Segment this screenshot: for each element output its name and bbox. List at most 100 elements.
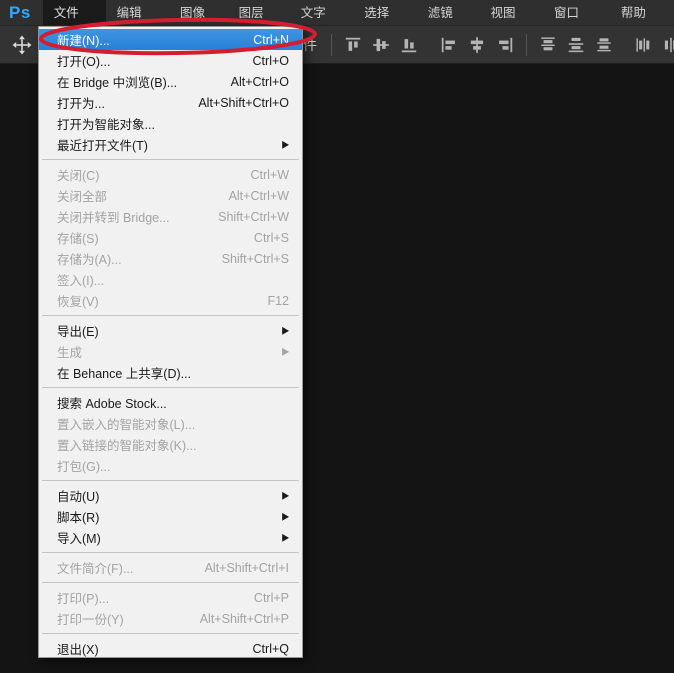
menu-item: 文件简介(F)... Alt+Shift+Ctrl+I: [39, 557, 302, 578]
menu-item-label: 搜索 Adobe Stock...: [57, 393, 167, 412]
menu-item-shortcut: Alt+Shift+Ctrl+P: [200, 612, 289, 626]
menu-item-label: 最近打开文件(T): [57, 135, 148, 154]
align-h-center-icon[interactable]: [466, 34, 488, 56]
menubar-item[interactable]: 图层(L): [228, 0, 290, 25]
menubar-item[interactable]: 滤镜(T): [417, 0, 480, 25]
menu-item-label: 导出(E): [57, 321, 99, 340]
menu-item[interactable]: 在 Behance 上共享(D)...: [39, 362, 302, 383]
menu-item-label: 打开(O)...: [57, 51, 110, 70]
menu-separator: [42, 387, 299, 388]
menu-bar: Ps 文件(F)编辑(E)图像(I)图层(L)文字(Y)选择(S)滤镜(T)视图…: [0, 0, 674, 26]
menu-item-shortcut: Ctrl+P: [254, 591, 289, 605]
menu-item-shortcut: Ctrl+W: [250, 168, 289, 182]
menu-item[interactable]: 最近打开文件(T) ▶: [39, 134, 302, 155]
menu-separator: [42, 159, 299, 160]
menu-item: 关闭(C) Ctrl+W: [39, 164, 302, 185]
menu-item-shortcut: F12: [267, 294, 289, 308]
menu-separator: [42, 633, 299, 634]
menu-item-label: 关闭全部: [57, 186, 107, 205]
menu-item-label: 打包(G)...: [57, 456, 110, 475]
submenu-arrow-icon: ▶: [282, 490, 289, 500]
submenu-arrow-icon: ▶: [282, 139, 289, 149]
menu-item: 打印一份(Y) Alt+Shift+Ctrl+P: [39, 608, 302, 629]
menu-item-label: 文件简介(F)...: [57, 558, 133, 577]
menu-item-label: 置入嵌入的智能对象(L)...: [57, 414, 195, 433]
menu-item[interactable]: 自动(U)▶: [39, 485, 302, 506]
distribute-bottom-icon[interactable]: [593, 34, 615, 56]
menu-item-label: 置入链接的智能对象(K)...: [57, 435, 197, 454]
menu-item[interactable]: 导出(E) ▶: [39, 320, 302, 341]
menu-item-shortcut: Ctrl+S: [254, 231, 289, 245]
menu-item[interactable]: 打开为智能对象...: [39, 113, 302, 134]
menu-item-label: 打开为智能对象...: [57, 114, 155, 133]
menu-item-shortcut: Ctrl+O: [253, 54, 289, 68]
submenu-arrow-icon: ▶: [282, 511, 289, 521]
menu-item: 恢复(V) F12: [39, 290, 302, 311]
menu-item-label: 存储(S): [57, 228, 99, 247]
menu-item[interactable]: 脚本(R) ▶: [39, 506, 302, 527]
submenu-arrow-icon: ▶: [282, 346, 289, 356]
align-top-icon[interactable]: [342, 34, 364, 56]
menu-item: 存储为(A)... Shift+Ctrl+S: [39, 248, 302, 269]
menu-item: 打印(P)... Ctrl+P: [39, 587, 302, 608]
distribute-v-center-icon[interactable]: [565, 34, 587, 56]
menu-item[interactable]: 导入(M)▶: [39, 527, 302, 548]
menu-item[interactable]: 搜索 Adobe Stock...: [39, 392, 302, 413]
menu-item-label: 关闭(C): [57, 165, 99, 184]
menu-item-label: 打开为...: [57, 93, 105, 112]
menu-item[interactable]: 在 Bridge 中浏览(B)...Alt+Ctrl+O: [39, 71, 302, 92]
menubar-item[interactable]: 窗口(W): [543, 0, 610, 25]
menu-item: 存储(S) Ctrl+S: [39, 227, 302, 248]
alignment-icons-row: [324, 26, 674, 64]
menu-item: 关闭全部 Alt+Ctrl+W: [39, 185, 302, 206]
menu-item-label: 恢复(V): [57, 291, 99, 310]
align-bottom-icon[interactable]: [398, 34, 420, 56]
move-tool-icon[interactable]: [4, 28, 40, 62]
menu-item-label: 退出(X): [57, 639, 99, 658]
menubar-item[interactable]: 选择(S): [353, 0, 416, 25]
menu-item: 置入链接的智能对象(K)...: [39, 434, 302, 455]
menu-item-label: 新建(N)...: [57, 30, 110, 49]
menu-item-label: 打印一份(Y): [57, 609, 124, 628]
submenu-arrow-icon: ▶: [282, 325, 289, 335]
options-separator: [331, 34, 332, 56]
menu-item-label: 签入(I)...: [57, 270, 104, 289]
menu-item: 关闭并转到 Bridge...Shift+Ctrl+W: [39, 206, 302, 227]
menu-item-shortcut: Shift+Ctrl+S: [222, 252, 289, 266]
distribute-h-center-icon[interactable]: [661, 34, 674, 56]
menu-separator: [42, 480, 299, 481]
menu-item[interactable]: 退出(X)Ctrl+Q: [39, 638, 302, 659]
menu-item[interactable]: 打开(O)... Ctrl+O: [39, 50, 302, 71]
menu-item-label: 导入(M): [57, 528, 101, 547]
menubar-item[interactable]: 文件(F): [43, 0, 106, 25]
menubar-item[interactable]: 文字(Y): [290, 0, 353, 25]
menu-item[interactable]: 打开为...Alt+Shift+Ctrl+O: [39, 92, 302, 113]
menu-item[interactable]: 新建(N)...Ctrl+N: [39, 29, 302, 50]
menu-item-shortcut: Alt+Ctrl+W: [229, 189, 289, 203]
menubar-item[interactable]: 视图(V): [479, 0, 542, 25]
menubar-item[interactable]: 帮助(H): [610, 0, 674, 25]
align-right-icon[interactable]: [494, 34, 516, 56]
align-v-center-icon[interactable]: [370, 34, 392, 56]
photoshop-logo: Ps: [0, 0, 37, 25]
menu-item: 签入(I)...: [39, 269, 302, 290]
menu-separator: [42, 582, 299, 583]
distribute-left-icon[interactable]: [633, 34, 655, 56]
options-partial-label: 件: [303, 35, 317, 55]
distribute-top-icon[interactable]: [537, 34, 559, 56]
align-left-icon[interactable]: [438, 34, 460, 56]
menu-item-label: 脚本(R): [57, 507, 99, 526]
menu-item-label: 存储为(A)...: [57, 249, 122, 268]
menu-item: 生成 ▶: [39, 341, 302, 362]
menu-item: 置入嵌入的智能对象(L)...: [39, 413, 302, 434]
menu-item-label: 在 Behance 上共享(D)...: [57, 363, 191, 382]
menubar-item[interactable]: 编辑(E): [106, 0, 169, 25]
menu-item-label: 生成: [57, 342, 82, 361]
menu-item-shortcut: Alt+Ctrl+O: [231, 75, 289, 89]
menu-item-label: 关闭并转到 Bridge...: [57, 207, 170, 226]
menu-item-label: 打印(P)...: [57, 588, 109, 607]
menubar-item[interactable]: 图像(I): [169, 0, 228, 25]
menu-item-shortcut: Alt+Shift+Ctrl+I: [205, 561, 289, 575]
photoshop-window: Ps 文件(F)编辑(E)图像(I)图层(L)文字(Y)选择(S)滤镜(T)视图…: [0, 0, 674, 673]
menu-item: 打包(G)...: [39, 455, 302, 476]
